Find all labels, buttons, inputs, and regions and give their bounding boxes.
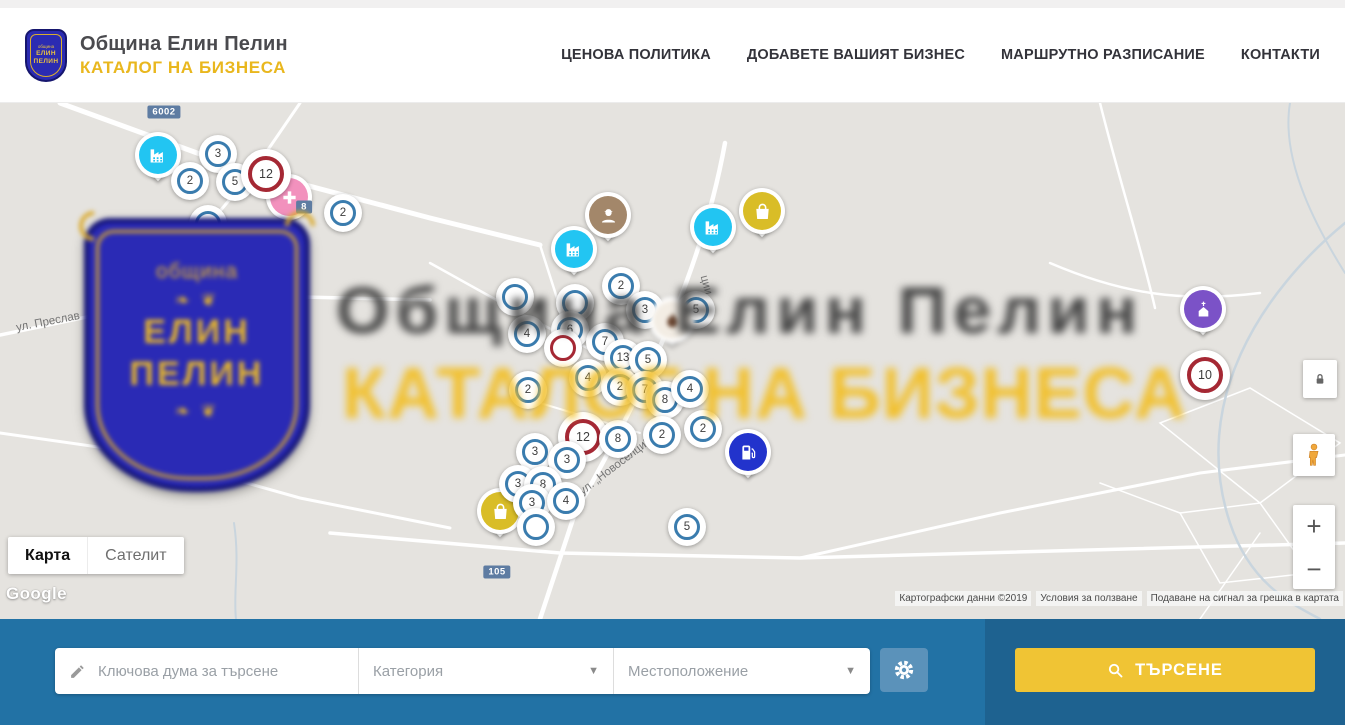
watermark-title: Община Елин Пелин bbox=[336, 272, 1144, 348]
pin-body bbox=[690, 204, 736, 250]
watermark-ornament: ❧ ❦ bbox=[175, 290, 219, 311]
search-submit-button[interactable]: ТЪРСЕНЕ bbox=[1015, 648, 1315, 692]
fuel-icon bbox=[738, 442, 759, 463]
road-number-shield: 6002 bbox=[147, 106, 180, 119]
search-submit-label: ТЪРСЕНЕ bbox=[1135, 661, 1223, 680]
nav-add-business[interactable]: ДОБАВЕТЕ ВАШИЯТ БИЗНЕС bbox=[747, 47, 965, 63]
cluster-marker[interactable]: 4 bbox=[547, 482, 585, 520]
attribution-data: Картографски данни ©2019 bbox=[895, 591, 1031, 606]
category-select-label: Категория bbox=[373, 663, 443, 680]
attribution-terms-link[interactable]: Условия за ползване bbox=[1036, 591, 1141, 606]
cluster-count: 3 bbox=[554, 447, 580, 473]
location-select-label: Местоположение bbox=[628, 663, 748, 680]
cluster-count: 10 bbox=[1187, 357, 1223, 393]
cluster-count: 3 bbox=[205, 141, 231, 167]
cluster-marker[interactable]: 10 bbox=[1180, 350, 1230, 400]
zoom-out-button[interactable]: − bbox=[1293, 548, 1335, 590]
gear-icon bbox=[892, 658, 916, 682]
nav-pricing-policy[interactable]: ЦЕНОВА ПОЛИТИКА bbox=[561, 47, 711, 63]
google-logo[interactable]: Google bbox=[6, 584, 67, 604]
church-pin[interactable] bbox=[1180, 286, 1226, 332]
map-type-map-button[interactable]: Карта bbox=[8, 537, 87, 574]
map-type-satellite-button[interactable]: Сателит bbox=[87, 537, 183, 574]
cluster-marker[interactable] bbox=[517, 508, 555, 546]
cluster-marker[interactable]: 2 bbox=[171, 162, 209, 200]
map-type-control: Карта Сателит bbox=[8, 537, 184, 574]
cluster-marker[interactable]: 2 bbox=[324, 194, 362, 232]
pin-body bbox=[551, 226, 597, 272]
keyword-segment bbox=[55, 648, 358, 694]
main-nav: ЦЕНОВА ПОЛИТИКА ДОБАВЕТЕ ВАШИЯТ БИЗНЕС М… bbox=[561, 47, 1320, 63]
site-subtitle: КАТАЛОГ НА БИЗНЕСА bbox=[80, 58, 288, 78]
chevron-down-icon: ▼ bbox=[845, 665, 856, 677]
church-icon bbox=[1193, 299, 1214, 320]
cluster-count bbox=[523, 514, 549, 540]
factory-pin[interactable] bbox=[551, 226, 597, 272]
pencil-icon bbox=[69, 663, 86, 680]
search-icon bbox=[1107, 662, 1124, 679]
cluster-marker[interactable]: 12 bbox=[241, 149, 291, 199]
attribution-report-link[interactable]: Подаване на сигнал за грешка в картата bbox=[1147, 591, 1343, 606]
site-title: Община Елин Пелин bbox=[80, 33, 288, 56]
cluster-count: 2 bbox=[330, 200, 356, 226]
factory-icon bbox=[564, 239, 585, 260]
pin-body bbox=[739, 188, 785, 234]
cluster-count: 5 bbox=[674, 514, 700, 540]
municipality-logo: община ЕЛИН ПЕЛИН bbox=[25, 29, 67, 82]
factory-icon bbox=[148, 145, 169, 166]
map-attribution: Картографски данни ©2019 Условия за полз… bbox=[895, 591, 1343, 606]
nav-contacts[interactable]: КОНТАКТИ bbox=[1241, 47, 1320, 63]
watermark-logo: община ❧ ❦ ЕЛИН ПЕЛИН ❧ ❦ bbox=[84, 218, 310, 492]
pin-body bbox=[1180, 286, 1226, 332]
search-bar: Категория ▼ Местоположение ▼ ТЪРСЕНЕ bbox=[0, 619, 1345, 725]
header: община ЕЛИН ПЕЛИН Община Елин Пелин КАТА… bbox=[0, 8, 1345, 103]
category-select[interactable]: Категория ▼ bbox=[358, 648, 613, 694]
bag-pin[interactable] bbox=[739, 188, 785, 234]
pegman-icon bbox=[1301, 442, 1327, 468]
watermark-logo-line2: ПЕЛИН bbox=[130, 353, 265, 395]
lock-icon bbox=[1312, 371, 1328, 387]
bag-icon bbox=[490, 501, 511, 522]
road-number-shield: 105 bbox=[483, 566, 510, 579]
watermark-ornament: ❧ ❦ bbox=[175, 401, 219, 422]
bag-icon bbox=[752, 201, 773, 222]
keyword-search-input[interactable] bbox=[98, 663, 344, 680]
cluster-count: 2 bbox=[177, 168, 203, 194]
pegman-control[interactable] bbox=[1293, 434, 1335, 476]
zoom-in-button[interactable]: + bbox=[1293, 505, 1335, 547]
watermark-subtitle: КАТАЛОГ НА БИЗНЕСА bbox=[342, 353, 1187, 435]
cluster-count: 4 bbox=[553, 488, 579, 514]
cluster-count: 3 bbox=[522, 439, 548, 465]
cluster-marker[interactable]: 5 bbox=[668, 508, 706, 546]
pin-body bbox=[725, 429, 771, 475]
top-strip bbox=[0, 0, 1345, 8]
chevron-down-icon: ▼ bbox=[588, 665, 599, 677]
factory-pin[interactable] bbox=[690, 204, 736, 250]
lock-button[interactable] bbox=[1303, 360, 1337, 398]
location-select[interactable]: Местоположение ▼ bbox=[613, 648, 870, 694]
logo-line1: ЕЛИН bbox=[36, 50, 56, 58]
watermark-logo-top: община bbox=[156, 260, 238, 284]
brand-block: Община Елин Пелин КАТАЛОГ НА БИЗНЕСА bbox=[80, 33, 288, 78]
nav-route-schedule[interactable]: МАРШРУТНО РАЗПИСАНИЕ bbox=[1001, 47, 1205, 63]
cluster-count: 12 bbox=[248, 156, 284, 192]
map-canvas[interactable]: 3251222354671354227841282233383451060028… bbox=[0, 103, 1345, 619]
worker-icon bbox=[598, 205, 619, 226]
watermark-logo-line1: ЕЛИН bbox=[143, 311, 251, 353]
factory-icon bbox=[703, 217, 724, 238]
search-input-group: Категория ▼ Местоположение ▼ bbox=[55, 648, 870, 694]
logo-tiny-text: община bbox=[38, 44, 54, 50]
fuel-pin[interactable] bbox=[725, 429, 771, 475]
zoom-control: + − bbox=[1293, 505, 1335, 589]
logo-line2: ПЕЛИН bbox=[34, 58, 59, 66]
advanced-settings-button[interactable] bbox=[880, 648, 928, 692]
